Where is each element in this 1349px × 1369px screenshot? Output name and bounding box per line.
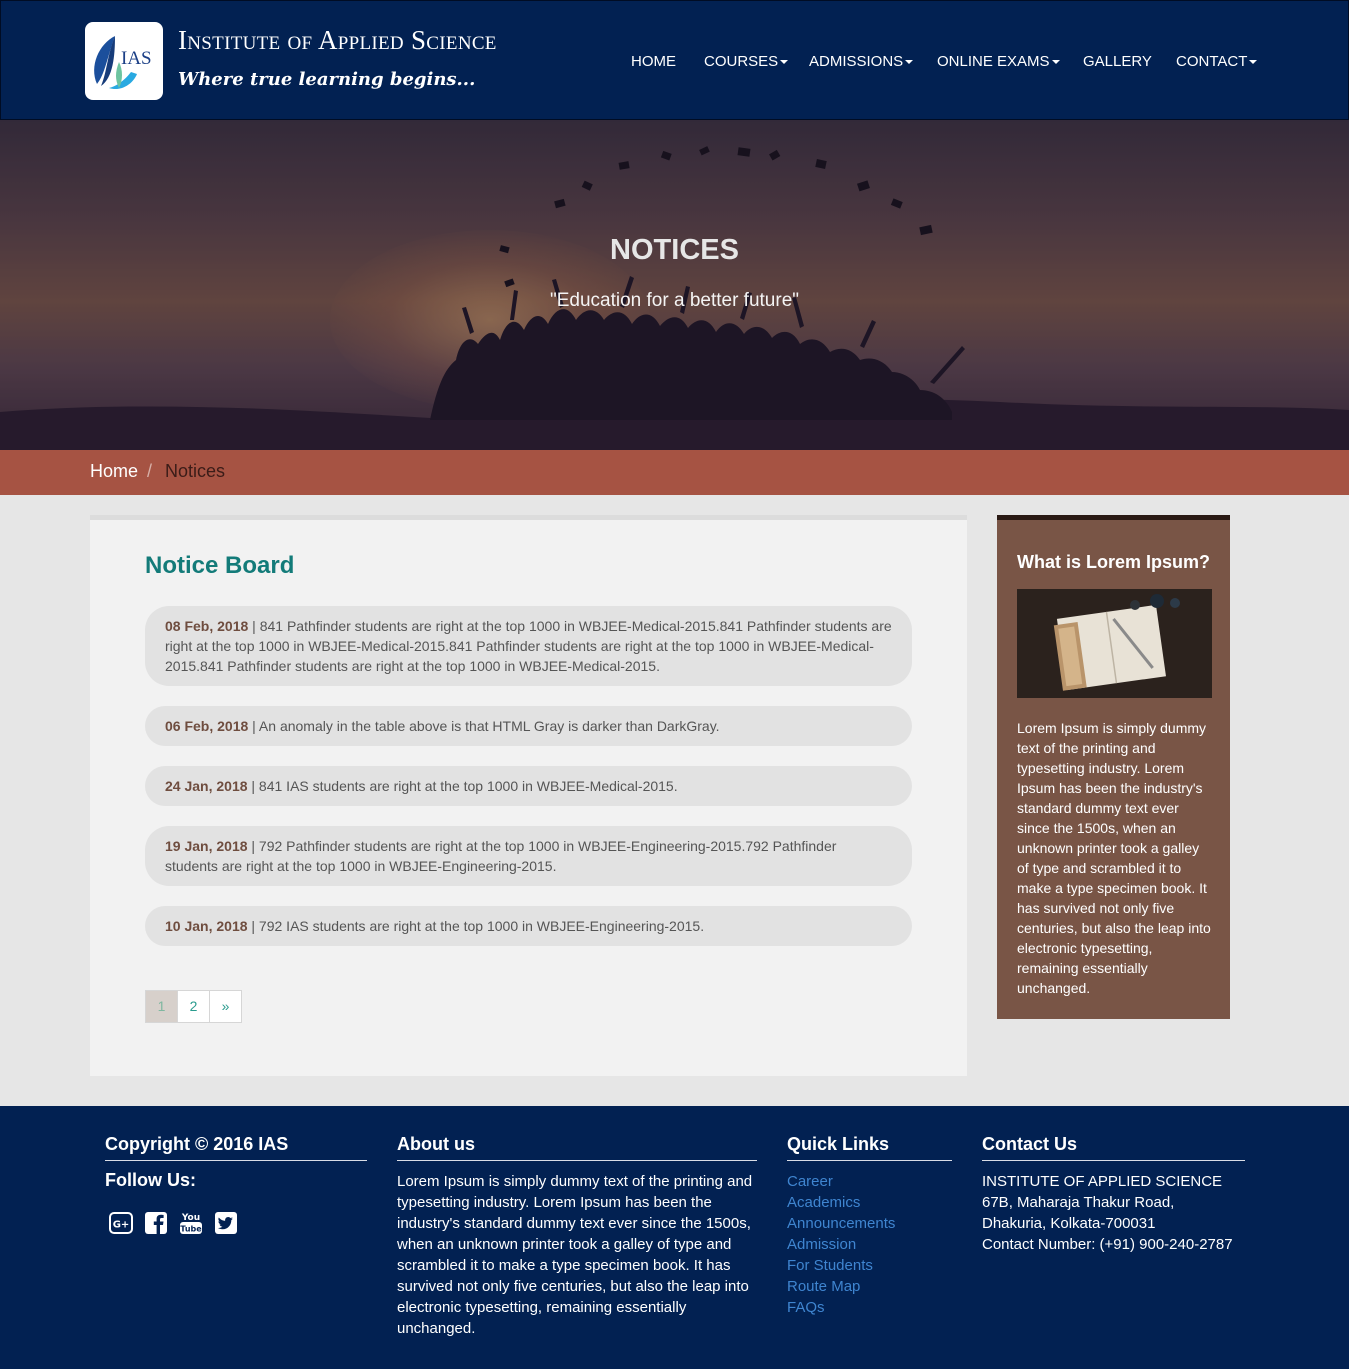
follow-us-label: Follow Us: [105, 1170, 196, 1190]
nav-courses[interactable]: COURSES [704, 53, 789, 70]
site-footer: Copyright © 2016 IAS Follow Us: G+ You T… [0, 1106, 1349, 1369]
notice-item[interactable]: 24 Jan, 2018 | 841 IAS students are righ… [145, 766, 912, 806]
notice-date: 19 Jan, 2018 [165, 838, 248, 854]
page-title: NOTICES [610, 234, 739, 266]
notebook-image [1017, 589, 1212, 698]
quick-link-academics[interactable]: Academics [787, 1192, 952, 1213]
caret-down-icon [1249, 60, 1258, 65]
page-subtitle: "Education for a better future" [549, 290, 800, 311]
footer-quick-links-title: Quick Links [787, 1134, 952, 1161]
next-page-button[interactable]: » [209, 990, 242, 1023]
quick-link-route-map[interactable]: Route Map [787, 1276, 952, 1297]
notice-text: | An anomaly in the table above is that … [248, 718, 720, 734]
notice-item[interactable]: 19 Jan, 2018 | 792 Pathfinder students a… [145, 826, 912, 886]
footer-about-column: About us Lorem Ipsum is simply dummy tex… [397, 1134, 757, 1339]
footer-about-title: About us [397, 1134, 757, 1161]
nav-home-label: HOME [631, 53, 676, 70]
notice-item[interactable]: 10 Jan, 2018 | 792 IAS students are righ… [145, 906, 912, 946]
contact-phone: Contact Number: (+91) 900-240-2787 [982, 1236, 1233, 1253]
footer-about-text: Lorem Ipsum is simply dummy text of the … [397, 1173, 753, 1337]
breadcrumb-current: Notices [165, 461, 226, 481]
quick-links-list: Career Academics Announcements Admission… [787, 1171, 952, 1318]
sidebar-text: Lorem Ipsum is simply dummy text of the … [1017, 720, 1211, 996]
nav-admissions-label: ADMISSIONS [809, 53, 904, 70]
quick-link-faqs[interactable]: FAQs [787, 1297, 952, 1318]
lorem-sidebar: What is Lorem Ipsum? Lorem Ipsum is simp… [997, 515, 1230, 1019]
quick-link-career[interactable]: Career [787, 1171, 952, 1192]
contact-institute-name: INSTITUTE OF APPLIED SCIENCE [982, 1173, 1223, 1190]
nav-online-exams[interactable]: ONLINE EXAMS [937, 53, 1060, 70]
quick-link-for-students[interactable]: For Students [787, 1255, 952, 1276]
notice-board-panel: Notice Board 08 Feb, 2018 | 841 Pathfind… [90, 515, 967, 1076]
pagination: 1 2 » [145, 990, 242, 1023]
quick-link-announcements[interactable]: Announcements [787, 1213, 952, 1234]
facebook-icon[interactable] [143, 1210, 169, 1236]
caret-down-icon [780, 60, 789, 65]
breadcrumb: Home / Notices [0, 450, 1349, 495]
google-plus-icon[interactable]: G+ [108, 1210, 134, 1236]
nav-gallery[interactable]: GALLERY [1083, 53, 1152, 70]
page-1-button[interactable]: 1 [145, 990, 178, 1023]
notice-date: 24 Jan, 2018 [165, 778, 248, 794]
footer-copyright-column: Copyright © 2016 IAS Follow Us: G+ You T… [105, 1134, 367, 1254]
quick-link-admission[interactable]: Admission [787, 1234, 952, 1255]
notebook-illustration [1017, 589, 1212, 698]
hero-banner: NOTICES "Education for a better future" [0, 120, 1349, 450]
youtube-icon[interactable]: You Tube [178, 1210, 204, 1236]
notice-board-title: Notice Board [145, 552, 295, 579]
nav-admissions[interactable]: ADMISSIONS [809, 53, 914, 70]
contact-details: INSTITUTE OF APPLIED SCIENCE 67B, Mahara… [982, 1171, 1245, 1255]
svg-text:You: You [181, 1213, 200, 1223]
footer-contact-column: Contact Us INSTITUTE OF APPLIED SCIENCE … [982, 1134, 1245, 1255]
svg-text:Tube: Tube [180, 1225, 202, 1234]
nav-online-exams-label: ONLINE EXAMS [937, 53, 1050, 70]
breadcrumb-home-link[interactable]: Home [90, 461, 138, 482]
notice-text: | 841 Pathfinder students are right at t… [165, 618, 892, 674]
notice-text: | 792 IAS students are right at the top … [247, 918, 705, 934]
nav-contact[interactable]: CONTACT [1176, 53, 1258, 70]
notice-date: 08 Feb, 2018 [165, 618, 249, 634]
twitter-icon[interactable] [213, 1210, 239, 1236]
footer-copyright: Copyright © 2016 IAS [105, 1134, 367, 1161]
notice-date: 06 Feb, 2018 [165, 718, 249, 734]
footer-contact-title: Contact Us [982, 1134, 1245, 1161]
sidebar-title: What is Lorem Ipsum? [1017, 552, 1211, 572]
page-2-button[interactable]: 2 [177, 990, 210, 1023]
breadcrumb-separator: / [147, 461, 153, 481]
caret-down-icon [905, 60, 914, 65]
contact-address-line-2: Dhakuria, Kolkata-700031 [982, 1215, 1156, 1232]
notice-text: | 841 IAS students are right at the top … [247, 778, 678, 794]
svg-text:G+: G+ [113, 1220, 130, 1231]
caret-down-icon [1051, 60, 1060, 65]
nav-home[interactable]: HOME [631, 53, 676, 70]
site-title[interactable]: Institute of Applied Science [178, 25, 497, 56]
nav-courses-label: COURSES [704, 53, 779, 70]
main-nav: HOME COURSES ADMISSIONS ONLINE EXAMS GAL… [1, 53, 1349, 73]
site-header: IAS Institute of Applied Science Where t… [0, 0, 1349, 120]
notice-text: | 792 Pathfinder students are right at t… [165, 838, 837, 874]
hero-overlay [0, 120, 1349, 450]
contact-address-line-1: 67B, Maharaja Thakur Road, [982, 1194, 1175, 1211]
nav-gallery-label: GALLERY [1083, 53, 1152, 70]
nav-contact-label: CONTACT [1176, 53, 1248, 70]
footer-quick-links-column: Quick Links Career Academics Announcemen… [787, 1134, 952, 1318]
notice-date: 10 Jan, 2018 [165, 918, 248, 934]
notice-item[interactable]: 08 Feb, 2018 | 841 Pathfinder students a… [145, 606, 912, 686]
notice-item[interactable]: 06 Feb, 2018 | An anomaly in the table a… [145, 706, 912, 746]
